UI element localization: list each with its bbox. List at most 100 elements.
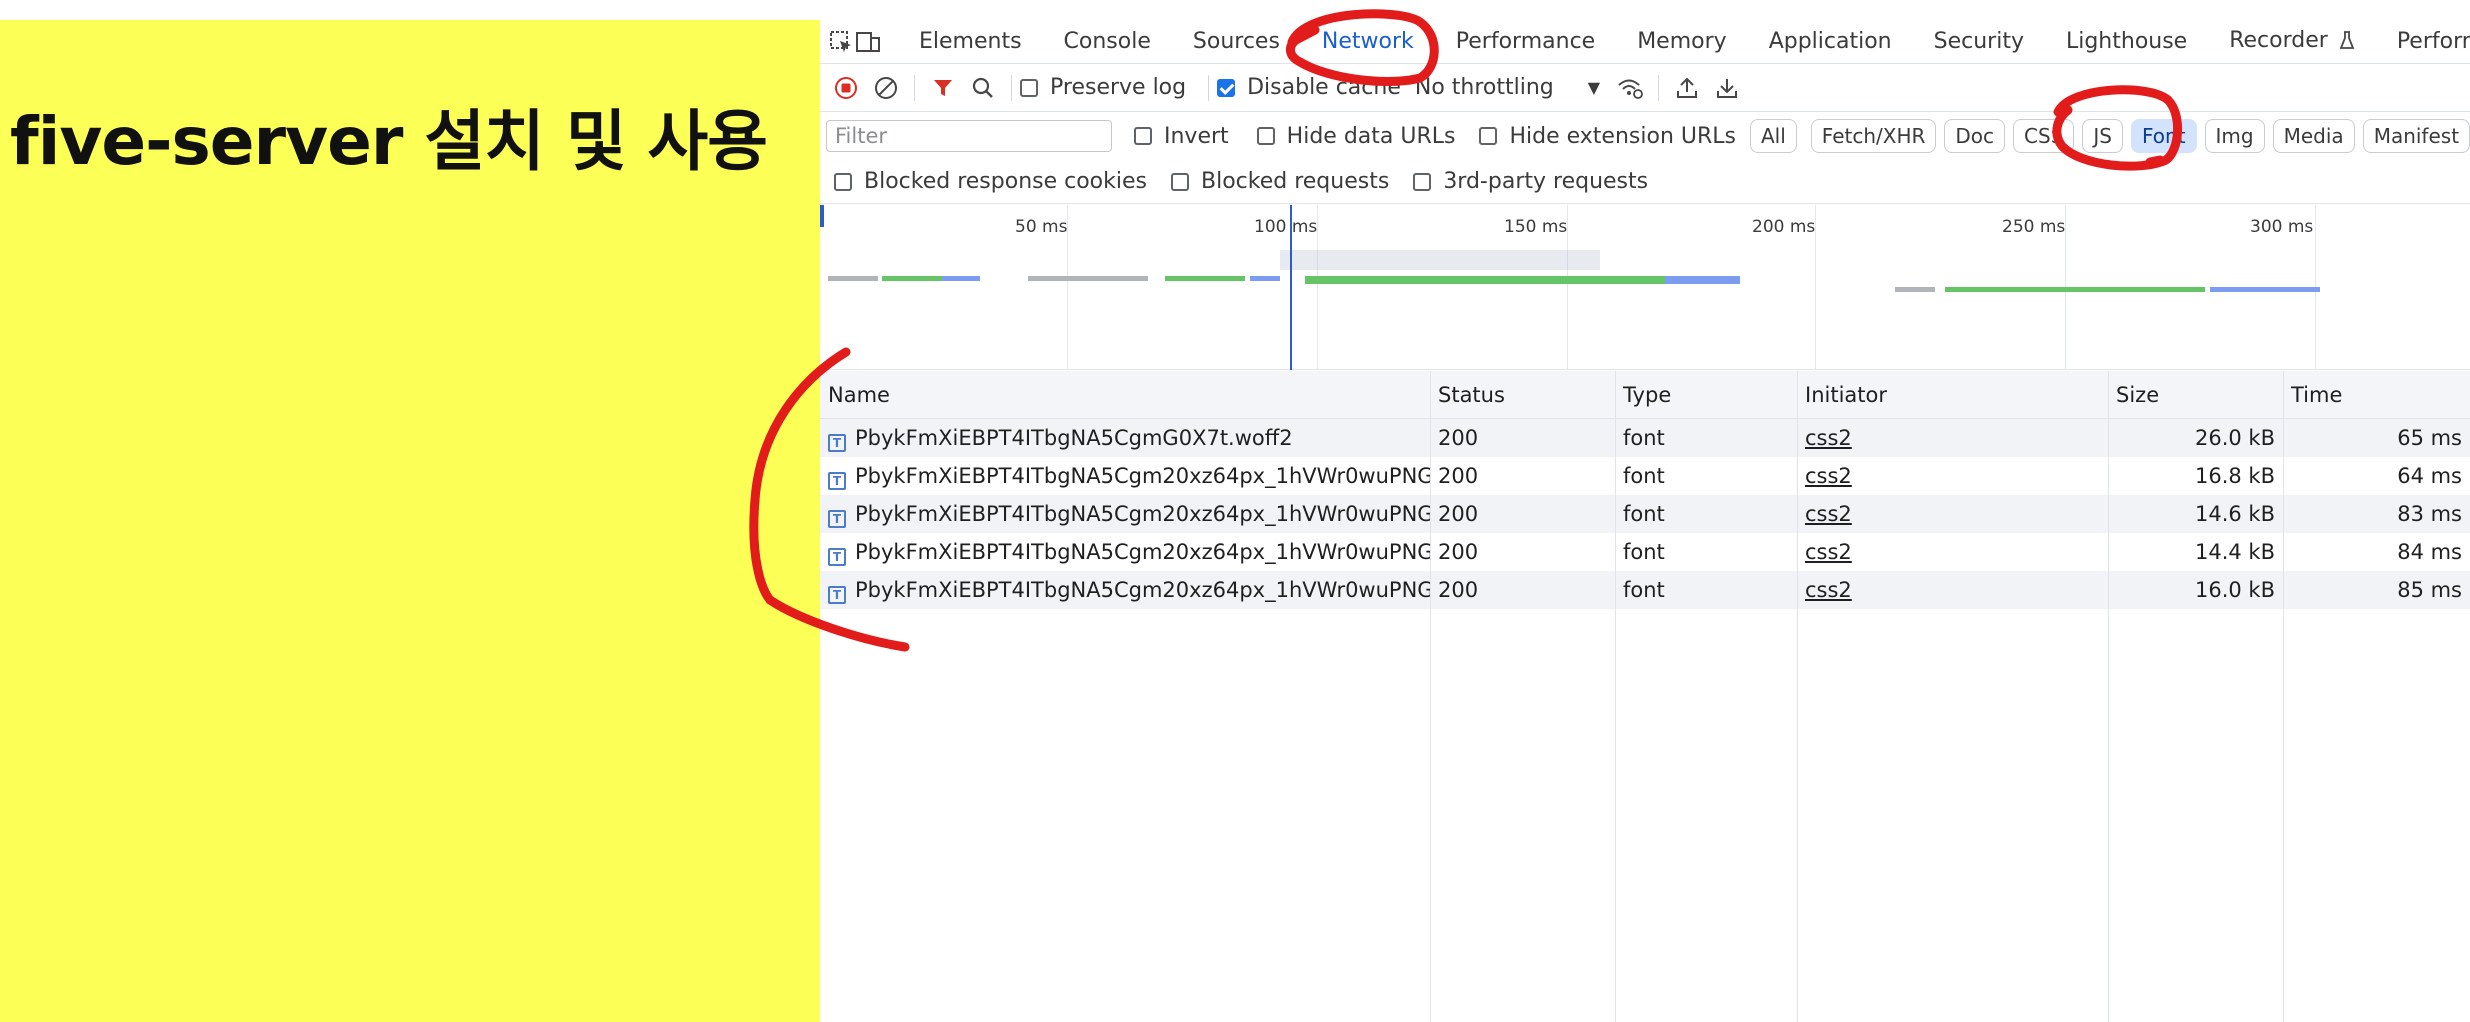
tab-memory[interactable]: Memory <box>1616 29 1747 54</box>
hide-extension-urls-box[interactable] <box>1479 127 1498 145</box>
timeline-tick-label: 50 ms <box>1015 217 1068 237</box>
timeline-bar <box>828 276 878 281</box>
filter-funnel-icon[interactable] <box>923 68 963 108</box>
timeline-bar <box>1305 276 1665 284</box>
type-filter-img[interactable]: Img <box>2204 119 2265 153</box>
type-filter-media[interactable]: Media <box>2272 119 2355 153</box>
blocked-cookies-box[interactable] <box>834 172 852 191</box>
request-name[interactable]: PbykFmXiEBPT4ITbgNA5Cgm20xz64px_1hVWr0wu… <box>855 540 1430 564</box>
table-row[interactable]: T PbykFmXiEBPT4ITbgNA5Cgm20xz64px_1hVWr0w… <box>820 533 2470 571</box>
initiator-link[interactable]: css2 <box>1805 502 1852 526</box>
timeline-start-handle[interactable] <box>820 205 824 227</box>
column-header-name[interactable]: Name <box>820 371 890 419</box>
network-overview-timeline[interactable]: 50 ms 100 ms 150 ms 200 ms 250 ms 300 ms <box>820 205 2470 370</box>
separator <box>914 74 915 101</box>
third-party-box[interactable] <box>1413 172 1432 191</box>
type-filter-css[interactable]: CSS <box>2013 119 2075 153</box>
preserve-log-checkbox[interactable]: Preserve log <box>1020 75 1186 100</box>
column-header-size[interactable]: Size <box>2108 371 2159 419</box>
filter-input[interactable] <box>826 120 1112 152</box>
disable-cache-box[interactable] <box>1217 78 1236 97</box>
tab-performance-insights[interactable]: Performance insights <box>2376 29 2470 54</box>
invert-box[interactable] <box>1134 127 1152 145</box>
hide-data-urls-checkbox[interactable]: Hide data URLs <box>1256 124 1455 149</box>
invert-checkbox[interactable]: Invert <box>1134 124 1229 149</box>
device-toolbar-icon[interactable] <box>854 22 882 62</box>
timeline-bar <box>1665 276 1740 284</box>
dropdown-arrow-icon: ▼ <box>1587 78 1601 97</box>
initiator-link[interactable]: css2 <box>1805 464 1852 488</box>
request-name[interactable]: PbykFmXiEBPT4ITbgNA5Cgm20xz64px_1hVWr0wu… <box>855 502 1430 526</box>
cell-time: 85 ms <box>2397 578 2462 602</box>
inspect-element-icon[interactable] <box>828 22 854 62</box>
tab-elements[interactable]: Elements <box>898 29 1043 54</box>
table-row[interactable]: T PbykFmXiEBPT4ITbgNA5Cgm20xz64px_1hVWr0w… <box>820 457 2470 495</box>
tab-performance[interactable]: Performance <box>1435 29 1616 54</box>
tab-recorder[interactable]: Recorder <box>2208 28 2376 56</box>
column-header-initiator[interactable]: Initiator <box>1797 371 1887 419</box>
font-file-icon: T <box>828 472 846 490</box>
blocked-cookies-label: Blocked response cookies <box>864 169 1147 194</box>
cell-type: font <box>1623 578 1665 602</box>
cell-time: 65 ms <box>2397 426 2462 450</box>
table-row[interactable]: T PbykFmXiEBPT4ITbgNA5CgmG0X7t.woff2 200 fo… <box>820 419 2470 457</box>
export-har-icon[interactable] <box>1707 68 1747 108</box>
initiator-link[interactable]: css2 <box>1805 426 1852 450</box>
initiator-link[interactable]: css2 <box>1805 540 1852 564</box>
timeline-selection-window[interactable] <box>1280 250 1600 270</box>
column-header-time[interactable]: Time <box>2283 371 2342 419</box>
timeline-tick-label: 250 ms <box>2002 217 2066 237</box>
table-header: Name Status Type Initiator Size Time <box>820 371 2470 419</box>
font-file-icon: T <box>828 510 846 528</box>
preserve-log-box[interactable] <box>1020 78 1038 97</box>
cell-type: font <box>1623 502 1665 526</box>
cell-initiator: css2 <box>1797 495 2108 533</box>
cell-type: font <box>1623 464 1665 488</box>
record-stop-icon[interactable] <box>826 68 866 108</box>
type-filter-js[interactable]: JS <box>2082 119 2123 153</box>
initiator-link[interactable]: css2 <box>1805 578 1852 602</box>
column-header-status[interactable]: Status <box>1430 371 1505 419</box>
column-header-type[interactable]: Type <box>1615 371 1671 419</box>
cell-size: 14.6 kB <box>2194 502 2275 526</box>
type-filter-doc[interactable]: Doc <box>1944 119 2006 153</box>
request-name[interactable]: PbykFmXiEBPT4ITbgNA5Cgm20xz64px_1hVWr0wu… <box>855 464 1430 488</box>
third-party-checkbox[interactable]: 3rd-party requests <box>1413 169 1648 194</box>
tab-application[interactable]: Application <box>1748 29 1913 54</box>
table-row[interactable]: T PbykFmXiEBPT4ITbgNA5Cgm20xz64px_1hVWr0w… <box>820 495 2470 533</box>
type-filter-manifest[interactable]: Manifest <box>2362 119 2470 153</box>
blocked-requests-box[interactable] <box>1171 172 1189 191</box>
tab-lighthouse[interactable]: Lighthouse <box>2045 29 2208 54</box>
import-har-icon[interactable] <box>1667 68 1707 108</box>
type-filter-fetch-xhr[interactable]: Fetch/XHR <box>1810 119 1937 153</box>
tab-security[interactable]: Security <box>1913 29 2045 54</box>
throttling-value: No throttling <box>1414 75 1554 100</box>
blocked-cookies-checkbox[interactable]: Blocked response cookies <box>834 169 1147 194</box>
cell-size: 16.8 kB <box>2194 464 2275 488</box>
cell-status: 200 <box>1438 502 1479 526</box>
hide-extension-urls-checkbox[interactable]: Hide extension URLs <box>1479 124 1736 149</box>
disable-cache-checkbox[interactable]: Disable cache <box>1217 75 1401 100</box>
throttling-select[interactable]: No throttling ▼ <box>1415 75 1600 100</box>
network-toolbar: Preserve log Disable cache No throttling… <box>820 64 2470 112</box>
request-name[interactable]: PbykFmXiEBPT4ITbgNA5Cgm20xz64px_1hVWr0wu… <box>855 578 1430 602</box>
font-file-icon: T <box>828 434 846 452</box>
cell-name: T PbykFmXiEBPT4ITbgNA5Cgm20xz64px_1hVWr0w… <box>820 571 1430 609</box>
separator <box>1658 74 1660 101</box>
tab-sources[interactable]: Sources <box>1172 29 1301 54</box>
clear-icon[interactable] <box>866 68 906 108</box>
timeline-bar <box>1165 276 1245 281</box>
blocked-requests-checkbox[interactable]: Blocked requests <box>1171 169 1389 194</box>
request-name[interactable]: PbykFmXiEBPT4ITbgNA5CgmG0X7t.woff2 <box>855 426 1293 450</box>
network-conditions-icon[interactable] <box>1610 68 1650 108</box>
hide-data-urls-box[interactable] <box>1256 127 1275 145</box>
tab-console[interactable]: Console <box>1043 29 1172 54</box>
table-row[interactable]: T PbykFmXiEBPT4ITbgNA5Cgm20xz64px_1hVWr0w… <box>820 571 2470 609</box>
type-filter-font[interactable]: Font <box>2130 119 2197 153</box>
type-filter-all[interactable]: All <box>1749 119 1797 153</box>
search-icon[interactable] <box>963 68 1003 108</box>
tab-network[interactable]: Network <box>1301 29 1435 54</box>
cell-name: T PbykFmXiEBPT4ITbgNA5CgmG0X7t.woff2 <box>820 419 1430 457</box>
timeline-tick-label: 200 ms <box>1752 217 1816 237</box>
timeline-bar <box>1250 276 1280 281</box>
